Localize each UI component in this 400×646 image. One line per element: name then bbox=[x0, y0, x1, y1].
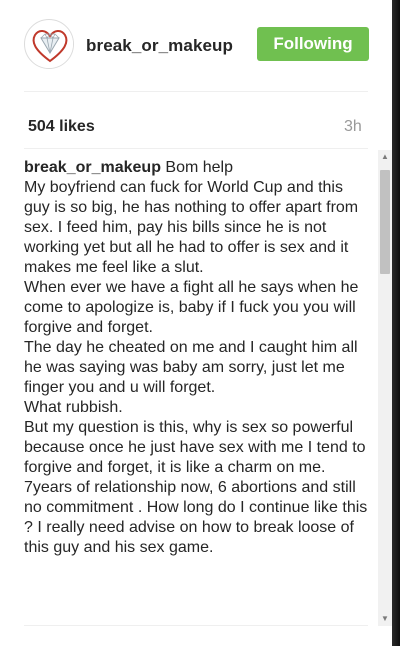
post-header: break_or_makeup Following bbox=[0, 0, 392, 90]
scroll-thumb[interactable] bbox=[380, 170, 390, 274]
caption-text: Bom help My boyfriend can fuck for World… bbox=[24, 159, 368, 556]
comments-scrollbar[interactable]: ▲ ▼ bbox=[378, 150, 392, 626]
comments-list[interactable]: break_or_makeup Bom help My boyfriend ca… bbox=[24, 158, 376, 624]
heart-diamond-logo-icon bbox=[26, 21, 73, 68]
background-edge bbox=[392, 0, 400, 646]
post-time[interactable]: 3h bbox=[344, 118, 362, 136]
caption-username[interactable]: break_or_makeup bbox=[24, 159, 161, 176]
following-button[interactable]: Following bbox=[257, 27, 369, 61]
caption: break_or_makeup Bom help My boyfriend ca… bbox=[24, 158, 372, 558]
scroll-up-arrow-icon[interactable]: ▲ bbox=[378, 150, 392, 164]
header-divider bbox=[24, 91, 368, 92]
avatar[interactable] bbox=[24, 19, 74, 69]
post-panel: break_or_makeup Following 504 likes 3h b… bbox=[0, 0, 392, 646]
likes-divider bbox=[24, 148, 368, 149]
username-link[interactable]: break_or_makeup bbox=[86, 36, 233, 56]
comments-divider bbox=[24, 625, 368, 626]
likes-count[interactable]: 504 likes bbox=[28, 118, 95, 136]
scroll-down-arrow-icon[interactable]: ▼ bbox=[378, 612, 392, 626]
